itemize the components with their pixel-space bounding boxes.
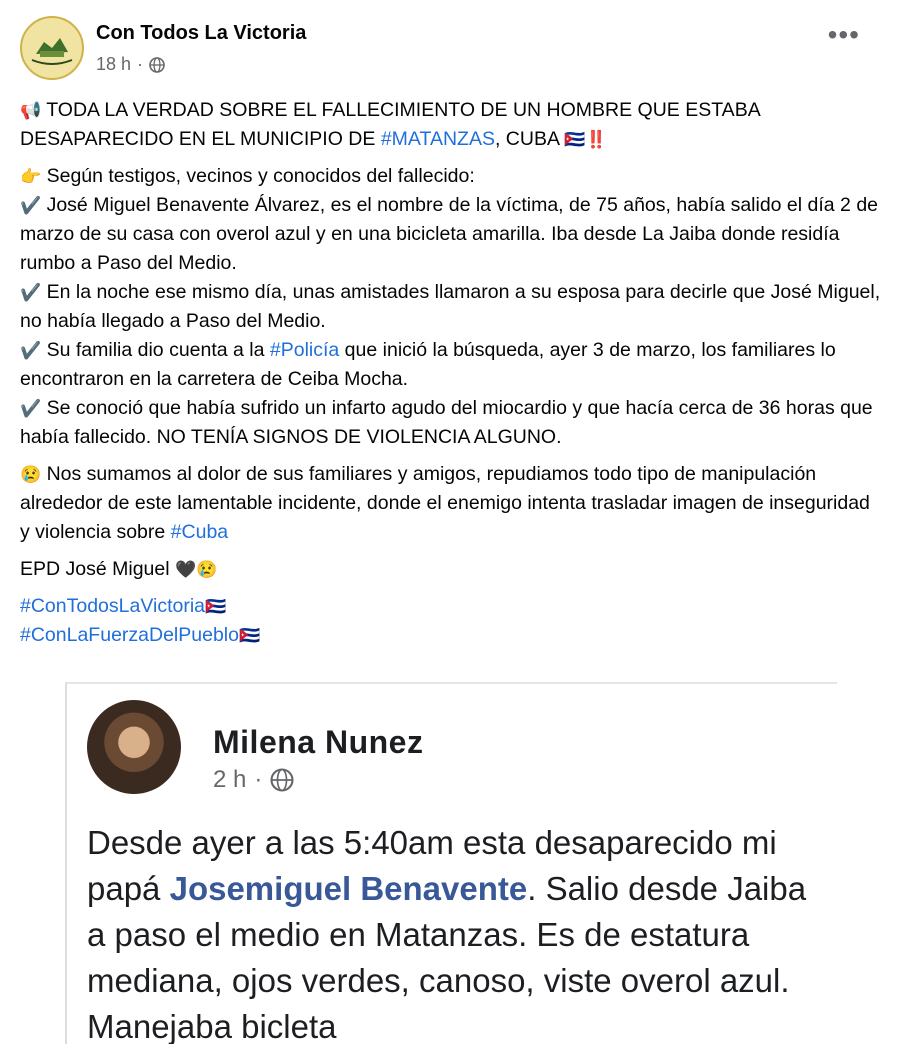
sad-face-icon: 😢 <box>20 465 42 484</box>
cuba-flag-icon: 🇨🇺 <box>564 130 586 149</box>
page-logo-icon <box>23 19 81 77</box>
meta-separator: · <box>254 766 263 793</box>
post-body: 📢 TODA LA VERDAD SOBRE EL FALLECIMIENTO … <box>20 96 882 650</box>
megaphone-icon: 📢 <box>20 101 42 120</box>
hashtag-conlafuerzadelpueblo[interactable]: #ConLaFuerzaDelPueblo <box>20 624 239 646</box>
shared-author-avatar[interactable] <box>87 700 181 794</box>
post-paragraph-2: 👉 Según testigos, vecinos y conocidos de… <box>20 165 881 448</box>
mentioned-user-link[interactable]: Josemiguel Benavente <box>170 870 528 907</box>
shared-author-name[interactable]: Milena Nunez <box>213 724 423 761</box>
shared-post-time[interactable]: 2 h <box>213 766 246 794</box>
more-options-icon[interactable]: ••• <box>828 21 860 49</box>
hashtag-list: #ConTodosLaVictoria🇨🇺 #ConLaFuerzaDelPue… <box>20 592 882 650</box>
hashtag-policia[interactable]: #Policía <box>270 339 339 361</box>
globe-icon <box>149 56 165 73</box>
post-paragraph-3: 😢 Nos sumamos al dolor de sus familiares… <box>20 463 870 543</box>
facebook-post: Con Todos La Victoria 18 h · ••• 📢 TODA … <box>0 0 900 676</box>
meta-separator: · <box>137 54 144 74</box>
check-icon: ✔️ <box>20 399 42 418</box>
cuba-flag-icon: 🇨🇺 <box>238 626 261 645</box>
post-meta: 18 h · <box>96 54 165 75</box>
post-paragraph-4: EPD José Miguel 🖤😢 <box>20 558 218 580</box>
page-avatar[interactable] <box>20 16 84 80</box>
globe-icon <box>270 768 294 792</box>
page-name[interactable]: Con Todos La Victoria <box>96 22 306 45</box>
hashtag-matanzas[interactable]: #MATANZAS <box>381 128 495 150</box>
hashtag-cuba[interactable]: #Cuba <box>171 521 228 543</box>
shared-post-text: Desde ayer a las 5:40am esta desaparecid… <box>87 824 807 1044</box>
heart-sad-icon: 🖤😢 <box>174 560 218 579</box>
pointing-hand-icon: 👉 <box>20 167 42 186</box>
post-time[interactable]: 18 h <box>96 54 131 75</box>
hashtag-contodoslavictoria[interactable]: #ConTodosLaVictoria <box>20 595 205 617</box>
double-exclamation-icon: ‼️ <box>585 130 607 149</box>
cuba-flag-icon: 🇨🇺 <box>205 597 227 616</box>
shared-post-screenshot: Milena Nunez 2 h · Desde ayer a las 5:40… <box>65 682 837 1044</box>
check-icon: ✔️ <box>20 283 42 302</box>
post-paragraph-1: 📢 TODA LA VERDAD SOBRE EL FALLECIMIENTO … <box>20 99 760 150</box>
check-icon: ✔️ <box>20 341 42 360</box>
check-icon: ✔️ <box>20 196 42 215</box>
shared-post-meta: 2 h · <box>213 766 294 794</box>
